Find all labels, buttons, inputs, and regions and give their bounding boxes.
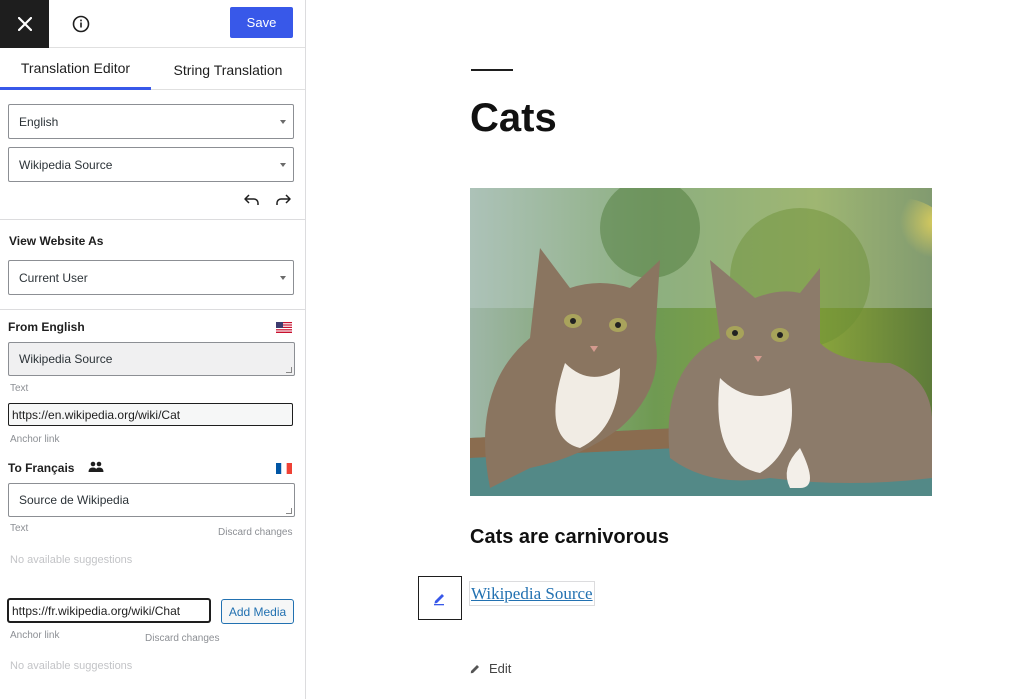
view-as-value: Current User [19,270,88,285]
no-suggestions-text: No available suggestions [10,660,133,672]
tab-string-translation[interactable]: String Translation [151,49,305,90]
edit-post-link[interactable]: Edit [470,661,511,676]
info-button[interactable] [67,10,95,38]
to-language-title: To Français [8,461,75,475]
chevron-down-icon [280,163,286,167]
source-anchor-field: https://en.wikipedia.org/wiki/Cat [8,403,293,426]
view-as-select[interactable]: Current User [8,260,294,295]
string-select[interactable]: Wikipedia Source [8,147,294,182]
from-language-title: From English [8,320,85,334]
discard-anchor-changes[interactable]: Discard changes [145,633,219,644]
divider [0,309,305,310]
edit-translation-button[interactable] [418,576,462,620]
close-icon [17,17,32,31]
divider [0,219,305,220]
pencil-icon [470,665,479,674]
pencil-icon [434,594,444,606]
resize-grip [286,367,292,373]
string-select-value: Wikipedia Source [19,157,113,172]
discard-text-changes[interactable]: Discard changes [218,527,292,538]
language-select[interactable]: English [8,104,294,139]
page-title: Cats [470,96,557,140]
chevron-down-icon [280,120,286,124]
cats-photo [470,188,932,496]
source-anchor-value: https://en.wikipedia.org/wiki/Cat [12,407,181,422]
source-anchor-label: Anchor link [10,434,60,445]
us-flag-icon [276,322,292,333]
translation-anchor-value: https://fr.wikipedia.org/wiki/Chat [12,603,181,618]
redo-icon[interactable] [274,192,292,208]
add-media-button[interactable]: Add Media [221,599,294,624]
translation-text-label: Text [10,523,29,534]
edit-label: Edit [489,661,512,676]
tab-translation-editor[interactable]: Translation Editor [0,49,151,90]
source-text-field: Wikipedia Source [8,342,295,376]
translation-text-value: Source de Wikipedia [19,493,130,507]
close-button[interactable] [0,0,49,48]
language-select-value: English [19,114,59,129]
sidebar-topbar: Save [0,0,305,48]
wikipedia-source-link[interactable]: Wikipedia Source [469,581,595,606]
source-text-label: Text [10,383,29,394]
people-icon[interactable] [88,461,104,473]
undo-icon[interactable] [243,192,261,208]
no-suggestions-text: No available suggestions [10,554,133,566]
translation-text-field[interactable]: Source de Wikipedia [8,483,295,517]
section-heading: Cats are carnivorous [470,526,669,548]
editor-tabs: Translation Editor String Translation [0,49,305,90]
translation-sidebar: Save Translation Editor String Translati… [0,0,306,699]
french-flag-icon [276,463,292,474]
save-button[interactable]: Save [230,7,293,38]
resize-grip [286,508,292,514]
translation-anchor-field[interactable]: https://fr.wikipedia.org/wiki/Chat [8,599,210,622]
translation-anchor-label: Anchor link [10,630,60,641]
separator [471,69,513,71]
page-preview: Cats Cats are carnivorous Wikipedia Sour… [306,0,1024,699]
chevron-down-icon [280,276,286,280]
info-icon [72,15,90,33]
source-text-value: Wikipedia Source [19,352,113,366]
view-as-title: View Website As [9,234,104,248]
